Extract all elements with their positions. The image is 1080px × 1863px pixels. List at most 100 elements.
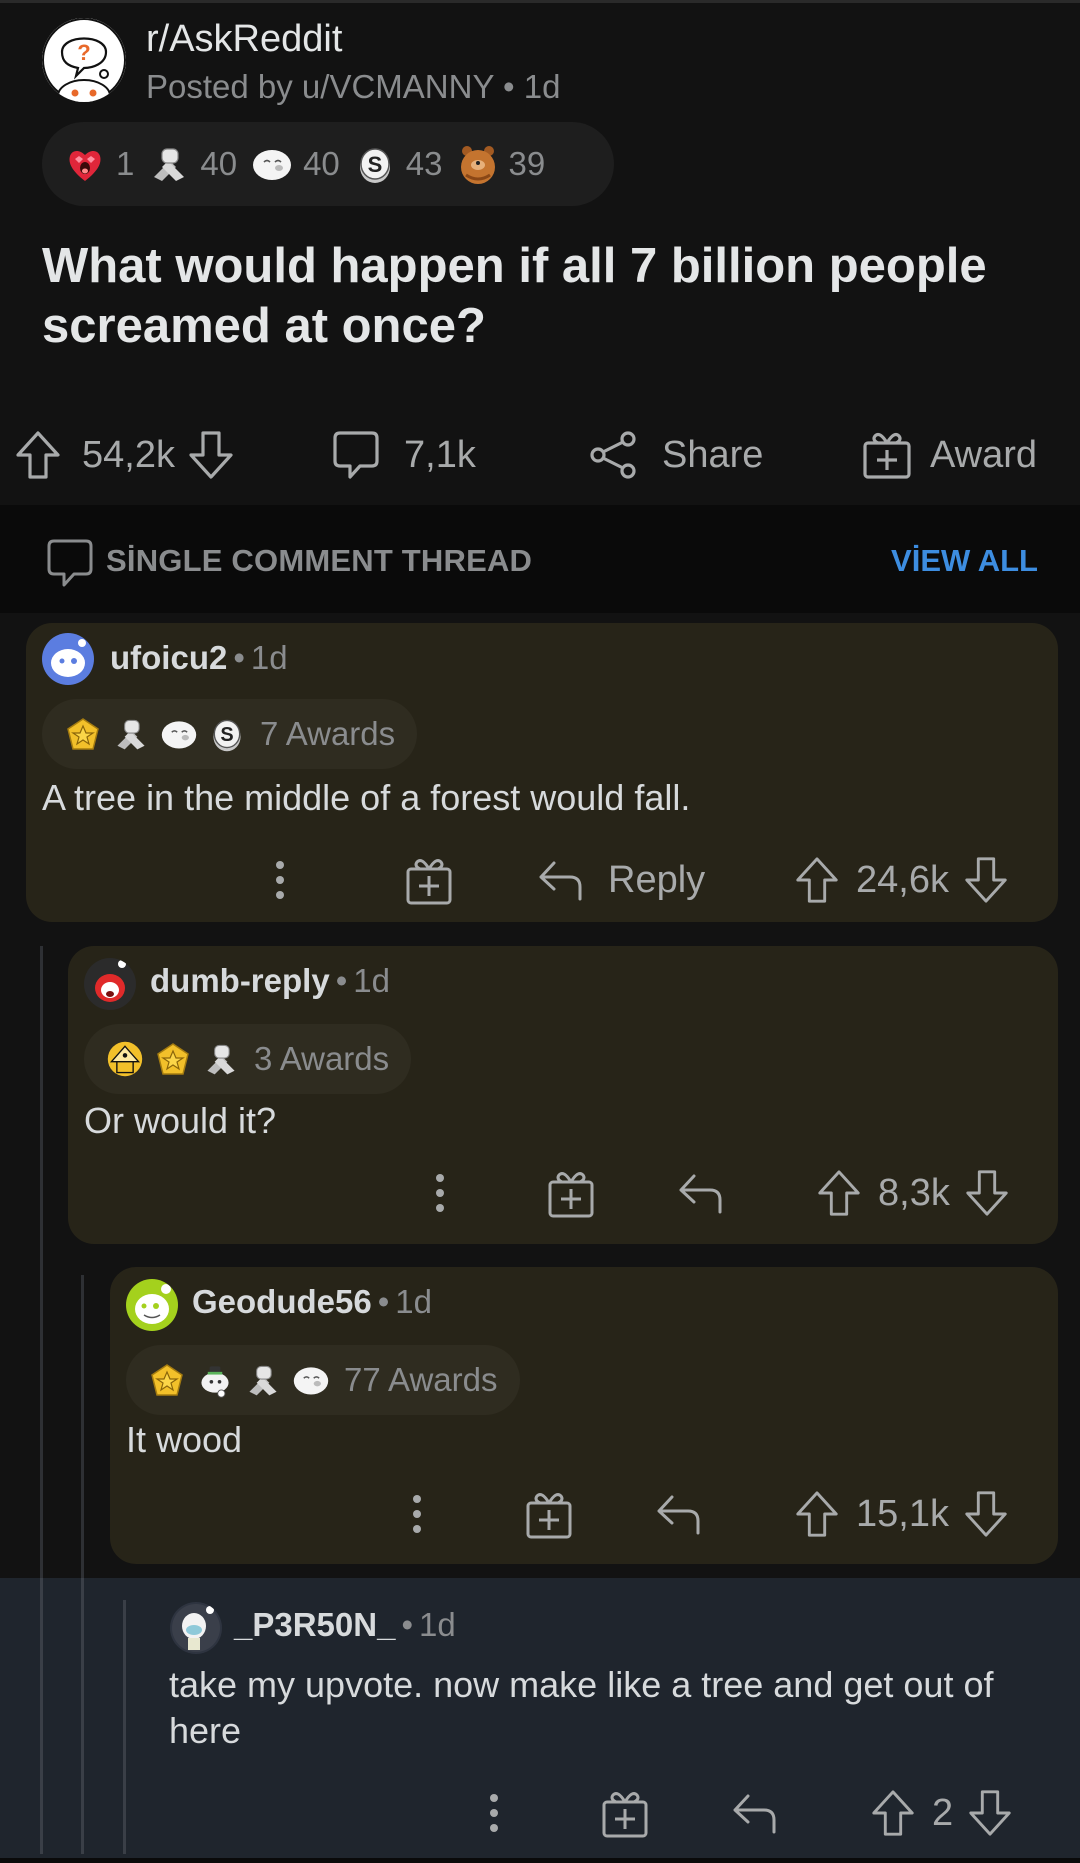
avatar[interactable] [170,1602,222,1654]
award-count: 40 [200,145,238,182]
reply-arrow-icon [539,861,582,901]
comment-username[interactable]: Geodude56 [192,1283,372,1320]
comment-card: ufoicu2 • 1d S 7 Awards A tree in the midd… [26,623,1058,922]
post-meta: Posted by u/VCMANNY • 1d [146,68,561,106]
comment-age: 1d [395,1283,432,1320]
gold-award-icon [67,718,99,750]
more-options-button[interactable] [432,1158,448,1228]
subreddit-name[interactable]: r/AskReddit [146,18,342,61]
comment-vote-group: 15,1k [792,1479,1011,1549]
post-vote-count: 54,2k [82,433,175,476]
meta-separator: • [401,1606,414,1643]
view-all-button[interactable]: VİEW ALL [891,543,1038,579]
comment-vote-count: 2 [932,1791,954,1834]
reply-arrow-icon [733,1794,776,1834]
avatar[interactable] [126,1279,178,1331]
snoo-avatar-icon [135,1284,171,1324]
subreddit-avatar[interactable]: ? [42,18,126,102]
avatar[interactable] [84,958,136,1010]
awards-count-label: 7 Awards [260,715,396,752]
post-vote-group: 54,2k [12,420,237,490]
downvote-icon[interactable] [962,1166,1012,1220]
post-action-bar: 54,2k 7,1k Share Award [0,420,1080,490]
avatar[interactable] [42,633,94,685]
meta-separator: • [503,68,524,105]
downvote-icon[interactable] [965,1786,1015,1840]
reply-button[interactable] [654,1479,704,1549]
reply-button[interactable] [676,1158,726,1228]
comment-body: Or would it? [84,1100,277,1141]
more-options-button[interactable] [409,1479,425,1549]
award-item: S 43 [354,143,443,185]
gold-award-icon [157,1043,189,1075]
snoo-avatar-icon [95,960,126,1002]
more-options-button[interactable] [486,1778,502,1848]
more-vertical-icon [490,1794,498,1832]
comment-header: ufoicu2 • 1d [110,639,288,677]
gift-award-icon [863,432,911,479]
share-button[interactable]: Share [588,420,763,490]
comments-button[interactable]: 7,1k [330,420,476,490]
comment-vote-count: 8,3k [878,1171,950,1214]
downvote-icon[interactable] [961,853,1011,907]
award-count: 40 [303,145,340,182]
highlighted-comment: _P3R50N_ • 1d take my upvote. now make lik… [0,1578,1080,1858]
upvote-icon[interactable] [792,1487,842,1541]
take-my-energy-award-icon [207,1044,235,1075]
awards-count-label: 77 Awards [344,1361,498,1398]
award-button[interactable]: Award [860,420,1037,490]
post-awards[interactable]: 1 40 40 S 43 39 [42,122,614,206]
status-divider [0,0,1080,3]
meta-separator: • [233,639,245,676]
give-award-button[interactable] [524,1479,574,1549]
post-title[interactable]: What would happen if all 7 billion peopl… [42,236,1042,356]
upvote-icon[interactable] [814,1166,864,1220]
silver-award-icon: S [213,719,241,752]
wholesome-seal-award-icon [253,150,292,180]
comment-action-bar: 15,1k [110,1479,1058,1549]
award-item: 1 [64,143,134,185]
give-award-button[interactable] [404,845,454,915]
single-comment-thread-header: SİNGLE COMMENT THREAD VİEW ALL [0,505,1080,613]
comment-vote-group: 2 [868,1778,1015,1848]
reply-button[interactable] [730,1778,780,1848]
upvote-icon[interactable] [792,853,842,907]
give-award-button[interactable] [546,1158,596,1228]
snoo-award-icon [201,1366,229,1398]
award-item: 40 [251,143,340,185]
more-vertical-icon [413,1495,421,1533]
more-vertical-icon [436,1174,444,1212]
upvote-icon[interactable] [12,427,64,483]
comment-bubble-icon [47,539,93,587]
askreddit-logo-icon: ? [42,18,126,102]
comment-card: dumb-reply • 1d 3 Awards Or would it? 8,3k [68,946,1058,1244]
comment-awards[interactable]: S 7 Awards [42,699,418,769]
comment-vote-group: 8,3k [814,1158,1012,1228]
reply-label: Reply [608,858,706,901]
svg-text:S: S [220,724,233,746]
share-label: Share [662,433,764,476]
comment-bubble-icon [333,431,379,479]
silver-award-icon: S [359,148,390,183]
award-label: Award [930,433,1038,476]
award-count: 43 [405,145,443,182]
downvote-icon[interactable] [961,1487,1011,1541]
downvote-icon[interactable] [185,427,237,483]
comment-age: 1d [250,639,288,676]
snoo-avatar-icon [51,639,86,677]
pyramid-award-icon [107,1041,143,1077]
posted-by-user[interactable]: Posted by u/VCMANNY [146,68,494,105]
give-award-button[interactable] [600,1778,650,1848]
reply-button[interactable]: Reply [536,845,705,915]
upvote-icon[interactable] [868,1786,918,1840]
comment-awards[interactable]: 3 Awards [84,1024,412,1094]
more-options-button[interactable] [272,845,288,915]
award-item: 40 [148,143,237,185]
comment-awards[interactable]: 77 Awards [126,1345,520,1415]
comment-age: 1d [353,962,390,999]
comment-username[interactable]: ufoicu2 [110,639,227,676]
comment-username[interactable]: _P3R50N_ [234,1606,395,1643]
comment-vote-count: 24,6k [856,858,949,901]
post-age: 1d [523,68,561,105]
comment-username[interactable]: dumb-reply [150,962,330,999]
